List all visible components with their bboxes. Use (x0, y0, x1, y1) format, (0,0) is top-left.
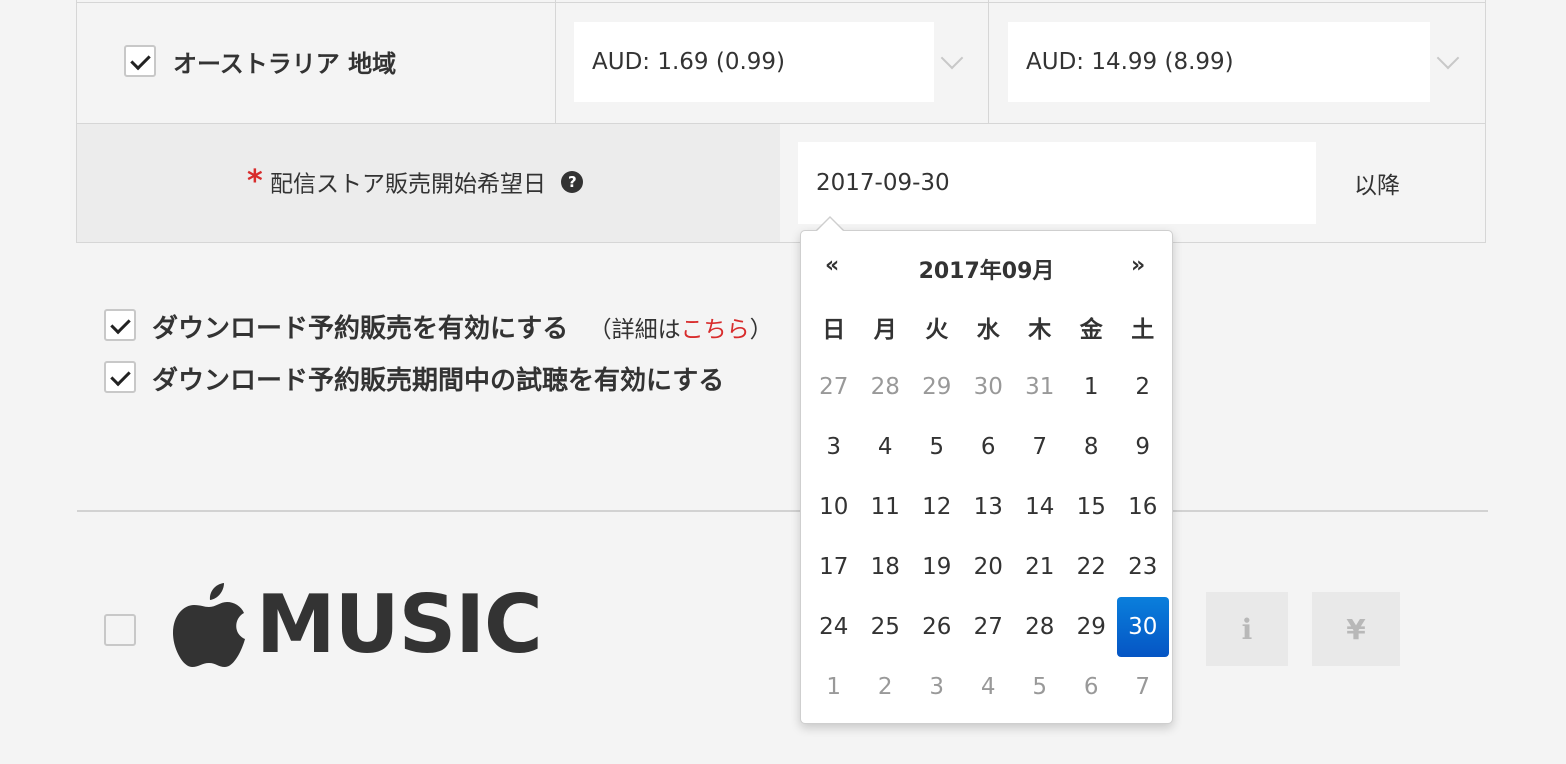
info-button[interactable]: i (1206, 592, 1288, 666)
release-date-label-text: 配信ストア販売開始希望日 (270, 171, 547, 198)
apple-music-checkbox[interactable] (104, 614, 136, 646)
preorder-label: ダウンロード予約販売を有効にする (152, 314, 569, 344)
calendar-day-selected[interactable]: 30 (1117, 597, 1169, 657)
price-button[interactable]: ¥ (1312, 592, 1400, 666)
calendar-day[interactable]: 7 (1117, 657, 1169, 717)
calendar-week: 24 25 26 27 28 29 30 (808, 597, 1169, 657)
calendar-day[interactable]: 19 (911, 537, 963, 597)
calendar-next-button[interactable]: » (1131, 253, 1145, 278)
calendar-day[interactable]: 8 (1066, 417, 1118, 477)
calendar-title[interactable]: 2017年09月 (801, 253, 1172, 285)
weekday-label: 土 (1131, 317, 1155, 343)
apple-music-logo: MUSIC (172, 578, 543, 671)
calendar-day[interactable]: 5 (1014, 657, 1066, 717)
calendar-day[interactable]: 13 (963, 477, 1015, 537)
help-icon[interactable]: ? (561, 170, 584, 193)
calendar-week: 1 2 3 4 5 6 7 (808, 657, 1169, 717)
datepicker-calendar: « 2017年09月 » 日 月 火 水 木 金 土 27 28 29 30 3… (800, 230, 1173, 724)
chevron-down-icon[interactable] (940, 46, 964, 70)
region-label: オーストラリア 地域 (173, 50, 397, 78)
region-checkbox[interactable] (124, 45, 156, 77)
weekday-label: 水 (976, 317, 1000, 343)
table-border-right (1485, 0, 1486, 243)
calendar-day[interactable]: 28 (860, 357, 912, 417)
calendar-day[interactable]: 2 (1117, 357, 1169, 417)
calendar-day[interactable]: 3 (808, 417, 860, 477)
price-select-2-value: AUD: 14.99 (8.99) (1026, 49, 1234, 75)
calendar-week: 3 4 5 6 7 8 9 (808, 417, 1169, 477)
weekday-label: 日 (822, 317, 846, 343)
calendar-week: 17 18 19 20 21 22 23 (808, 537, 1169, 597)
calendar-day[interactable]: 3 (911, 657, 963, 717)
preorder-note-prefix: （詳細は (588, 317, 681, 343)
preorder-checkbox[interactable] (104, 309, 136, 341)
calendar-day[interactable]: 10 (808, 477, 860, 537)
calendar-day[interactable]: 24 (808, 597, 860, 657)
calendar-day[interactable]: 15 (1066, 477, 1118, 537)
calendar-day[interactable]: 1 (808, 657, 860, 717)
section-divider (77, 510, 1488, 512)
calendar-day[interactable]: 4 (860, 417, 912, 477)
release-date-suffix: 以降 (1354, 173, 1400, 199)
calendar-day[interactable]: 14 (1014, 477, 1066, 537)
price-select-1-value: AUD: 1.69 (0.99) (592, 49, 786, 75)
calendar-day[interactable]: 7 (1014, 417, 1066, 477)
calendar-day[interactable]: 28 (1014, 597, 1066, 657)
required-mark: * (247, 164, 263, 199)
calendar-day[interactable]: 18 (860, 537, 912, 597)
price-select-1[interactable]: AUD: 1.69 (0.99) (574, 22, 934, 102)
calendar-pointer-inner (817, 218, 843, 231)
calendar-week: 10 11 12 13 14 15 16 (808, 477, 1169, 537)
release-date-label: * 配信ストア販売開始希望日 ? (247, 164, 584, 199)
preorder-option: ダウンロード予約販売を有効にする （詳細はこちら） (152, 308, 773, 345)
calendar-weekday-row: 日 月 火 水 木 金 土 (808, 297, 1169, 357)
calendar-day[interactable]: 27 (963, 597, 1015, 657)
calendar-day[interactable]: 1 (1066, 357, 1118, 417)
price-select-2[interactable]: AUD: 14.99 (8.99) (1008, 22, 1430, 102)
calendar-day[interactable]: 2 (860, 657, 912, 717)
calendar-week: 27 28 29 30 31 1 2 (808, 357, 1169, 417)
weekday-label: 月 (873, 317, 897, 343)
release-date-input[interactable]: 2017-09-30 (798, 142, 1316, 224)
apple-icon (173, 582, 245, 667)
calendar-day[interactable]: 23 (1117, 537, 1169, 597)
calendar-day[interactable]: 6 (963, 417, 1015, 477)
details-link[interactable]: こちら (681, 317, 750, 343)
chevron-down-icon[interactable] (1436, 46, 1460, 70)
weekday-label: 金 (1079, 317, 1103, 343)
calendar-day[interactable]: 9 (1117, 417, 1169, 477)
table-col-divider-1 (555, 0, 556, 123)
calendar-day[interactable]: 29 (1066, 597, 1118, 657)
calendar-day[interactable]: 5 (911, 417, 963, 477)
table-border-bottom (77, 242, 1486, 243)
calendar-day[interactable]: 30 (963, 357, 1015, 417)
preorder-note: （詳細はこちら） (589, 317, 773, 343)
calendar-day[interactable]: 29 (911, 357, 963, 417)
calendar-day[interactable]: 20 (963, 537, 1015, 597)
release-date-value: 2017-09-30 (816, 170, 950, 196)
calendar-day[interactable]: 21 (1014, 537, 1066, 597)
table-border-top (77, 2, 1485, 3)
calendar-day[interactable]: 16 (1117, 477, 1169, 537)
calendar-day[interactable]: 6 (1066, 657, 1118, 717)
calendar-day[interactable]: 17 (808, 537, 860, 597)
weekday-label: 火 (925, 317, 949, 343)
calendar-day[interactable]: 22 (1066, 537, 1118, 597)
music-logo-text: MUSIC (256, 578, 543, 671)
preorder-preview-label: ダウンロード予約販売期間中の試聴を有効にする (152, 366, 725, 396)
calendar-day[interactable]: 31 (1014, 357, 1066, 417)
selected-day-value: 30 (1117, 597, 1169, 657)
preorder-note-suffix: ） (749, 317, 773, 343)
table-col-divider-2 (988, 0, 989, 123)
calendar-day[interactable]: 12 (911, 477, 963, 537)
calendar-grid: 日 月 火 水 木 金 土 27 28 29 30 31 1 2 3 4 5 6… (808, 297, 1169, 717)
calendar-day[interactable]: 4 (963, 657, 1015, 717)
preorder-preview-checkbox[interactable] (104, 361, 136, 393)
calendar-day[interactable]: 26 (911, 597, 963, 657)
calendar-day[interactable]: 27 (808, 357, 860, 417)
calendar-day[interactable]: 11 (860, 477, 912, 537)
calendar-day[interactable]: 25 (860, 597, 912, 657)
weekday-label: 木 (1028, 317, 1052, 343)
